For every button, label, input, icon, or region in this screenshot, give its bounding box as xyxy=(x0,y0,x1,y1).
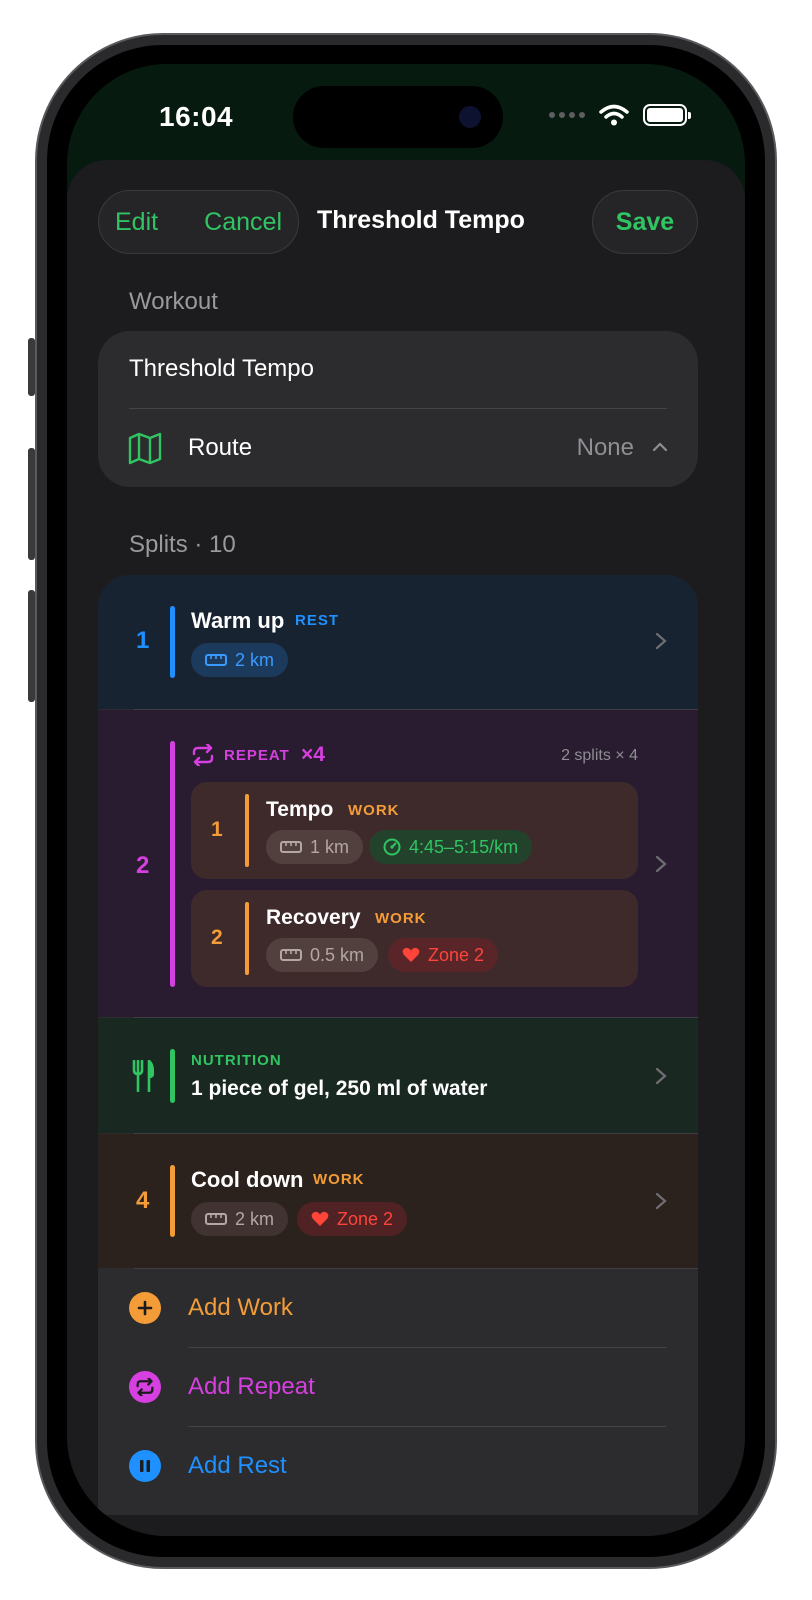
add-rest-button[interactable]: Add Rest xyxy=(98,1427,698,1505)
page-title: Threshold Tempo xyxy=(317,206,525,234)
route-row[interactable]: Route None xyxy=(98,409,698,487)
split-tag: WORK xyxy=(348,802,400,819)
split-number: 4 xyxy=(136,1187,150,1214)
repeat-count: ×4 xyxy=(301,743,325,766)
add-work-button[interactable]: Add Work xyxy=(98,1269,698,1347)
split-color-bar xyxy=(170,1165,175,1237)
split-row-nutrition[interactable]: NUTRITION 1 piece of gel, 250 ml of wate… xyxy=(98,1018,698,1133)
distance-value: 2 km xyxy=(235,649,275,670)
nested-split-title: Tempo xyxy=(266,798,334,821)
add-rest-label: Add Rest xyxy=(188,1452,287,1479)
ruler-icon xyxy=(280,949,302,961)
battery-icon xyxy=(643,104,691,126)
distance-chip: 2 km xyxy=(191,1202,289,1236)
pause-icon xyxy=(129,1450,161,1482)
split-color-bar xyxy=(170,1049,175,1103)
split-row-repeat[interactable]: 2 REPEAT ×4 2 splits × 4 1 Tempo WORK 1 … xyxy=(98,710,698,1017)
chevron-right-icon xyxy=(655,632,667,650)
add-repeat-label: Add Repeat xyxy=(188,1373,315,1400)
nested-split-number: 1 xyxy=(211,818,223,841)
workout-section-label: Workout xyxy=(129,288,218,315)
distance-value: 1 km xyxy=(310,836,350,857)
status-icons xyxy=(549,104,691,126)
route-value: None xyxy=(576,434,634,461)
fork-knife-icon xyxy=(132,1060,154,1092)
split-tag: WORK xyxy=(313,1171,365,1188)
distance-value: 2 km xyxy=(235,1208,275,1229)
heart-icon xyxy=(402,947,420,962)
nested-split-recovery[interactable]: 2 Recovery WORK 0.5 km Zone 2 xyxy=(191,890,638,987)
zone-value: Zone 2 xyxy=(337,1208,394,1229)
status-time: 16:04 xyxy=(159,101,234,132)
map-icon xyxy=(128,432,162,465)
chevron-right-icon xyxy=(655,1192,667,1210)
split-color-bar xyxy=(245,902,249,975)
volume-up-button xyxy=(28,448,35,560)
dynamic-island xyxy=(293,86,503,148)
split-row-warm-up[interactable]: 1 Warm up REST 2 km xyxy=(98,575,698,709)
ruler-icon xyxy=(205,654,227,666)
volume-down-button xyxy=(28,590,35,702)
split-color-bar xyxy=(170,606,175,678)
action-button xyxy=(28,338,35,396)
zone-value: Zone 2 xyxy=(428,944,485,965)
split-color-bar xyxy=(245,794,249,867)
split-tag: WORK xyxy=(375,910,427,927)
distance-chip: 2 km xyxy=(191,643,289,677)
heart-icon xyxy=(311,1211,329,1226)
camera-icon xyxy=(459,106,481,128)
edit-button[interactable]: Edit xyxy=(115,208,158,237)
chevron-up-icon xyxy=(652,442,668,452)
distance-value: 0.5 km xyxy=(310,944,365,965)
add-repeat-button[interactable]: Add Repeat xyxy=(98,1348,698,1426)
repeat-icon xyxy=(192,744,214,766)
chevron-right-icon xyxy=(655,855,667,873)
workout-name-field[interactable]: Threshold Tempo xyxy=(129,355,314,383)
split-tag: NUTRITION xyxy=(191,1052,282,1069)
split-number: 2 xyxy=(136,852,150,879)
split-title: Warm up xyxy=(191,608,285,633)
zone-chip: Zone 2 xyxy=(388,938,499,972)
split-number: 1 xyxy=(136,627,150,654)
edit-workout-sheet: Edit Cancel Threshold Tempo Save Workout… xyxy=(67,160,745,1536)
wifi-icon xyxy=(599,104,629,126)
zone-chip: Zone 2 xyxy=(297,1202,408,1236)
cancel-button[interactable]: Cancel xyxy=(204,208,282,237)
route-label: Route xyxy=(188,434,253,461)
repeat-label: REPEAT xyxy=(224,747,290,764)
workout-card: Threshold Tempo Route None xyxy=(98,331,698,487)
distance-chip: 0.5 km xyxy=(266,938,379,972)
chevron-right-icon xyxy=(655,1067,667,1085)
ruler-icon xyxy=(205,1213,227,1225)
repeat-icon xyxy=(129,1371,161,1403)
splits-section-label: Splits · 10 xyxy=(129,531,236,558)
nav-left-group: Edit Cancel xyxy=(98,190,299,254)
nested-split-title: Recovery xyxy=(266,906,361,929)
cellular-signal-icon xyxy=(549,112,585,118)
split-title: Cool down xyxy=(191,1167,304,1192)
distance-chip: 1 km xyxy=(266,830,364,864)
split-color-bar xyxy=(170,741,175,987)
ruler-icon xyxy=(280,841,302,853)
pace-value: 4:45–5:15/km xyxy=(409,836,519,857)
nested-split-tempo[interactable]: 1 Tempo WORK 1 km 4:45–5:15/km xyxy=(191,782,638,879)
repeat-summary: 2 splits × 4 xyxy=(561,747,638,764)
add-work-label: Add Work xyxy=(188,1294,293,1321)
split-tag: REST xyxy=(295,612,340,629)
split-row-cool-down[interactable]: 4 Cool down WORK 2 km Zone 2 xyxy=(98,1134,698,1268)
nested-split-number: 2 xyxy=(211,926,223,949)
pace-chip: 4:45–5:15/km xyxy=(369,830,533,864)
splits-list: 1 Warm up REST 2 km 2 REPEAT ×4 2 splits… xyxy=(98,575,698,1515)
nutrition-text: 1 piece of gel, 250 ml of water xyxy=(191,1077,488,1100)
plus-icon xyxy=(129,1292,161,1324)
screen: 16:04 Edit Cancel Threshold Tempo Save W… xyxy=(67,64,745,1536)
speedometer-icon xyxy=(383,838,401,856)
save-button[interactable]: Save xyxy=(592,190,698,254)
